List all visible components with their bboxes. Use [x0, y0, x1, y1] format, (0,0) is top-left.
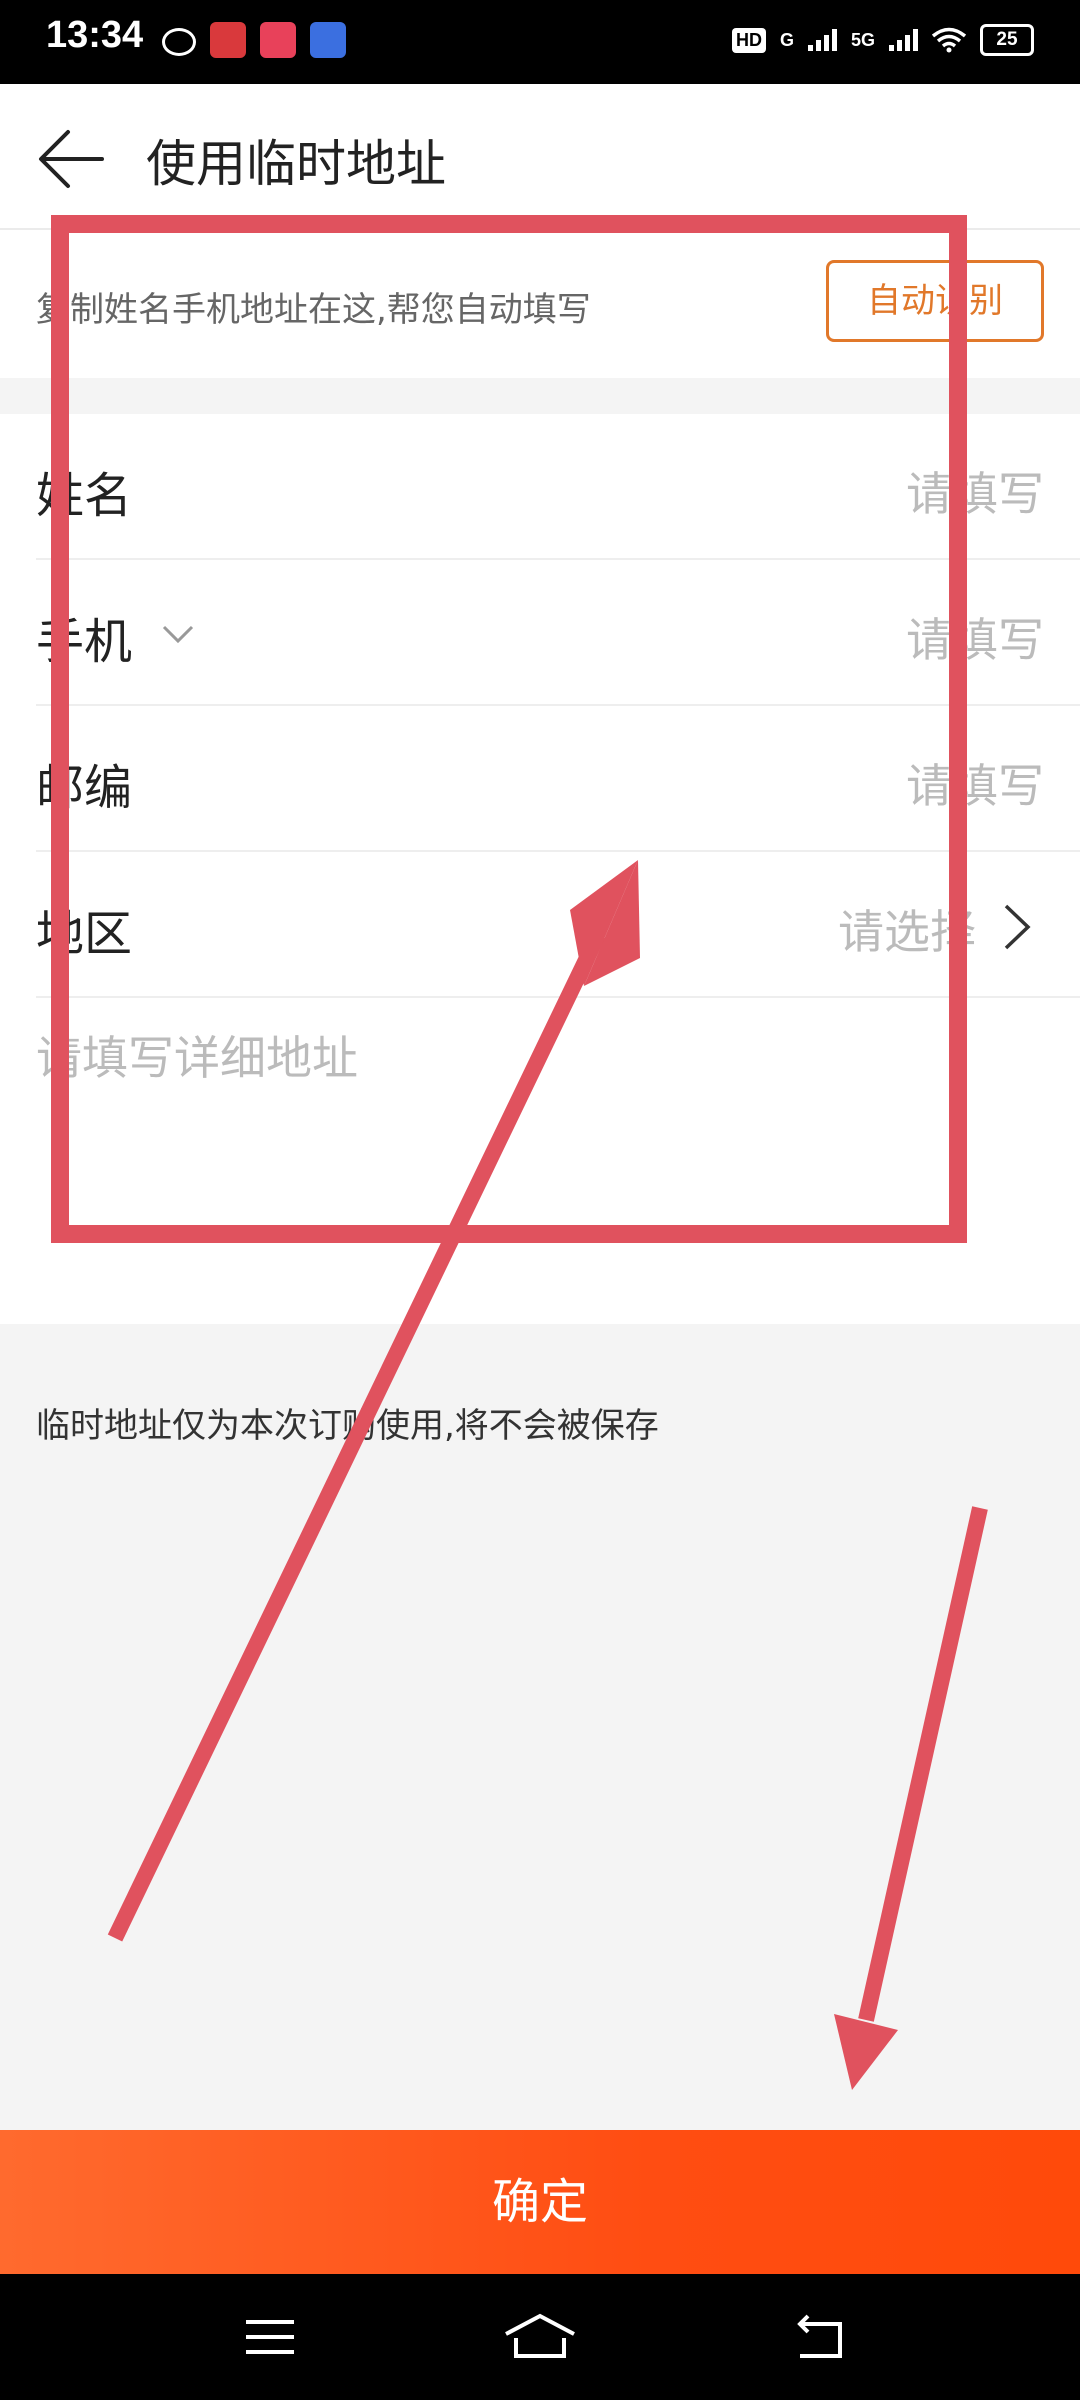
- paste-address-row: 复制姓名手机地址在这,帮您自动填写 自动识别: [0, 230, 1080, 378]
- region-row[interactable]: 地区 请选择: [36, 852, 1080, 998]
- section-divider: [0, 378, 1080, 414]
- signal-icon: [807, 29, 837, 51]
- page-header: 使用临时地址: [0, 84, 1080, 230]
- address-form: 姓名 请填写 手机 请填写 邮编 请填写 地区 请选择 请填写详细地址: [0, 414, 1080, 1324]
- alarm-app-icon: [310, 22, 346, 58]
- page-title: 使用临时地址: [146, 135, 446, 193]
- chevron-down-icon[interactable]: [160, 616, 196, 652]
- hd-badge: HD: [731, 27, 766, 53]
- speedometer-app-icon: [162, 28, 196, 56]
- postcode-label: 邮编: [36, 760, 133, 816]
- region-select[interactable]: 请选择: [838, 896, 976, 962]
- notification-icons: [162, 22, 346, 58]
- paste-hint-input[interactable]: 复制姓名手机地址在这,帮您自动填写: [36, 282, 591, 331]
- status-bar: 13:34 HD G 5G 25: [0, 0, 1080, 84]
- confirm-button[interactable]: 确定: [0, 2130, 1080, 2274]
- wifi-icon: [932, 27, 966, 53]
- home-icon[interactable]: [502, 2312, 578, 2362]
- menu-icon[interactable]: [240, 2312, 300, 2362]
- back-icon[interactable]: [792, 2312, 852, 2362]
- name-label: 姓名: [36, 468, 133, 524]
- status-time: 13:34: [46, 14, 144, 56]
- network-label-1: G: [779, 29, 794, 50]
- chevron-right-icon[interactable]: [1000, 902, 1034, 952]
- red-app-icon: [210, 22, 246, 58]
- status-indicators: HD G 5G 25: [731, 24, 1034, 56]
- phone-row[interactable]: 手机 请填写: [36, 560, 1080, 706]
- region-label: 地区: [36, 906, 133, 962]
- postcode-input[interactable]: 请填写: [906, 750, 1044, 816]
- network-label-2: 5G: [850, 29, 875, 50]
- name-row[interactable]: 姓名 请填写: [36, 414, 1080, 560]
- phone-input[interactable]: 请填写: [906, 604, 1044, 670]
- system-nav-bar: [0, 2274, 1080, 2400]
- detail-address-input[interactable]: 请填写详细地址: [36, 1022, 358, 1088]
- temporary-address-note: 临时地址仅为本次订购使用,将不会被保存: [36, 1406, 659, 1446]
- phone-label: 手机: [36, 614, 133, 670]
- annotation-arrow-down: [834, 1506, 988, 2090]
- postcode-row[interactable]: 邮编 请填写: [36, 706, 1080, 852]
- auto-recognize-button[interactable]: 自动识别: [826, 260, 1044, 342]
- shopping-app-icon: [260, 22, 296, 58]
- battery-icon: 25: [980, 24, 1034, 56]
- name-input[interactable]: 请填写: [906, 458, 1044, 524]
- signal-icon-2: [889, 29, 918, 51]
- back-arrow-icon[interactable]: [36, 124, 106, 194]
